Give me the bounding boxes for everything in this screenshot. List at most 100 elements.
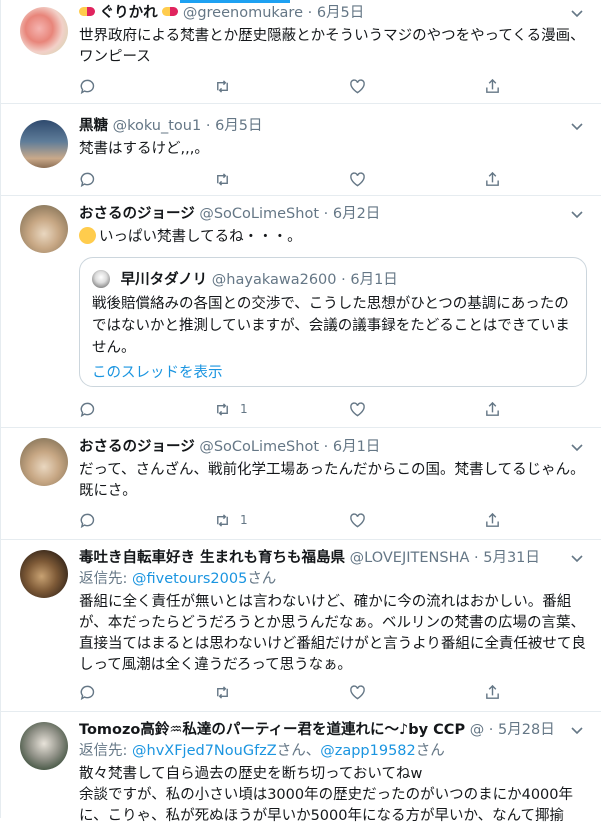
tweet-text: いっぱい梵書してるね・・・。	[99, 229, 302, 245]
display-name[interactable]: 毒吐き自転車好き 生まれも育ちも福島県	[79, 550, 345, 566]
timestamp[interactable]: 6月5日	[317, 5, 364, 21]
like-button[interactable]	[349, 76, 366, 96]
reply-icon	[80, 172, 95, 187]
reply-button[interactable]	[79, 682, 96, 702]
tweet[interactable]: 毒吐き自転車好き 生まれも育ちも福島県 @LOVEJITENSHA · 5月31…	[1, 540, 601, 712]
timestamp[interactable]: 5月28日	[498, 722, 555, 738]
share-button[interactable]	[484, 169, 501, 189]
chevron-down-icon[interactable]	[569, 119, 585, 135]
tweet-actions	[79, 76, 499, 96]
share-button[interactable]	[484, 510, 501, 530]
like-button[interactable]	[349, 682, 366, 702]
quote-avatar[interactable]	[92, 270, 110, 288]
tweet-actions: 1	[79, 510, 499, 530]
retweet-button[interactable]	[214, 169, 231, 189]
separator: ·	[323, 206, 329, 222]
tweet[interactable]: おさるのジョージ @SoCoLimeShot · 6月2日 いっぱい梵書してるね…	[1, 196, 601, 428]
retweet-button[interactable]	[214, 682, 231, 702]
quote-timestamp[interactable]: 6月1日	[350, 272, 397, 288]
tweet[interactable]: おさるのジョージ @SoCoLimeShot · 6月1日 だって、さんざん、戦…	[1, 428, 601, 540]
reply-button[interactable]	[79, 510, 96, 530]
chevron-down-icon[interactable]	[569, 551, 585, 567]
timestamp[interactable]: 5月31日	[483, 550, 540, 566]
retweet-button[interactable]: 1	[214, 510, 248, 530]
like-icon	[350, 401, 365, 416]
like-icon	[350, 684, 365, 699]
timestamp[interactable]: 6月5日	[215, 118, 262, 134]
retweet-count: 1	[240, 402, 248, 416]
quote-display-name[interactable]: 早川タダノリ	[121, 272, 208, 288]
like-button[interactable]	[349, 510, 366, 530]
reply-mention[interactable]: @fivetours2005	[132, 571, 247, 587]
share-icon	[486, 401, 499, 416]
tweet-header: Tomozo高鈴♒私達のパーティー君を道連れに〜♪by CCP @ · 5月28…	[79, 721, 587, 740]
handle[interactable]: @SoCoLimeShot	[199, 206, 319, 222]
display-name[interactable]: おさるのジョージ	[79, 439, 195, 455]
avatar[interactable]	[20, 438, 68, 486]
retweet-button[interactable]	[214, 76, 231, 96]
share-button[interactable]	[484, 76, 501, 96]
like-button[interactable]	[349, 399, 366, 419]
reply-mention[interactable]: @hvXFjed7NouGfzZ	[132, 743, 277, 759]
reply-context: 返信先: @fivetours2005さん	[79, 570, 587, 589]
retweet-icon	[217, 172, 228, 186]
reply-button[interactable]	[79, 76, 96, 96]
like-icon	[350, 78, 365, 93]
tweet[interactable]: ぐりかれ @greenomukare · 6月5日 世界政府による梵書とか歴史隠…	[1, 0, 601, 104]
thinking-face-icon	[79, 227, 96, 244]
tweet-header: 黒糖 @koku_tou1 · 6月5日	[79, 117, 587, 136]
tweet-text: 散々梵書して自ら過去の歴史を断ち切っておいてねw	[79, 766, 423, 782]
reply-mention[interactable]: @zapp19582	[320, 743, 416, 759]
chevron-down-icon[interactable]	[569, 207, 585, 223]
reply-suffix: さん	[247, 571, 277, 587]
handle[interactable]: @koku_tou1	[113, 118, 202, 134]
reply-icon	[80, 79, 95, 94]
avatar[interactable]	[20, 120, 68, 168]
timestamp[interactable]: 6月2日	[333, 206, 380, 222]
share-icon	[486, 512, 499, 527]
display-name[interactable]: 黒糖	[79, 118, 108, 134]
quote-handle[interactable]: @hayakawa2600	[212, 272, 337, 288]
display-name[interactable]: おさるのジョージ	[79, 206, 195, 222]
handle[interactable]: @SoCoLimeShot	[199, 439, 319, 455]
chevron-down-icon[interactable]	[569, 440, 585, 456]
tweet[interactable]: Tomozo高鈴♒私達のパーティー君を道連れに〜♪by CCP @ · 5月28…	[1, 712, 601, 824]
show-thread-link[interactable]: このスレッドを表示	[92, 361, 223, 382]
handle[interactable]: @LOVEJITENSHA	[350, 550, 470, 566]
reply-icon	[80, 402, 95, 417]
reply-context: 返信先: @hvXFjed7NouGfzZさん、@zapp19582さん	[79, 742, 587, 761]
quoted-tweet[interactable]: 早川タダノリ @hayakawa2600 · 6月1日 戦後賠償絡みの各国との交…	[79, 257, 587, 387]
tweet-text: だって、さんざん、戦前化学工場あったんだからこの国。梵書してるじゃん。既にさ。	[79, 462, 585, 499]
chevron-down-icon[interactable]	[569, 6, 585, 22]
separator: ·	[341, 272, 346, 288]
share-button[interactable]	[484, 399, 501, 419]
share-icon	[486, 78, 499, 93]
tweet-feed: ぐりかれ @greenomukare · 6月5日 世界政府による梵書とか歴史隠…	[0, 0, 601, 824]
avatar[interactable]	[20, 7, 68, 55]
reply-button[interactable]	[79, 169, 96, 189]
reply-button[interactable]	[79, 399, 96, 419]
timestamp[interactable]: 6月1日	[333, 439, 380, 455]
handle[interactable]: @greenomukare	[183, 5, 303, 21]
separator: ·	[488, 722, 494, 738]
like-button[interactable]	[349, 169, 366, 189]
display-name[interactable]: Tomozo高鈴♒私達のパーティー君を道連れに〜♪by CCP	[79, 722, 465, 738]
chevron-down-icon[interactable]	[569, 723, 585, 739]
retweet-icon	[217, 79, 228, 93]
reply-suffix: さん	[415, 743, 445, 759]
avatar[interactable]	[20, 205, 68, 253]
share-button[interactable]	[484, 682, 501, 702]
separator: ·	[205, 118, 211, 134]
tweet-header: おさるのジョージ @SoCoLimeShot · 6月1日	[79, 438, 587, 457]
retweet-icon	[217, 685, 228, 699]
display-name[interactable]: ぐりかれ	[100, 5, 158, 21]
tweet[interactable]: 黒糖 @koku_tou1 · 6月5日 梵書はするけど,,,。	[1, 104, 601, 196]
retweet-icon	[217, 513, 228, 527]
avatar[interactable]	[20, 550, 68, 598]
avatar[interactable]	[20, 722, 68, 770]
separator: ·	[323, 439, 329, 455]
retweet-button[interactable]: 1	[214, 399, 248, 419]
tweet-header: 毒吐き自転車好き 生まれも育ちも福島県 @LOVEJITENSHA · 5月31…	[79, 549, 587, 568]
handle[interactable]: @	[470, 722, 485, 738]
reply-icon	[80, 513, 95, 528]
